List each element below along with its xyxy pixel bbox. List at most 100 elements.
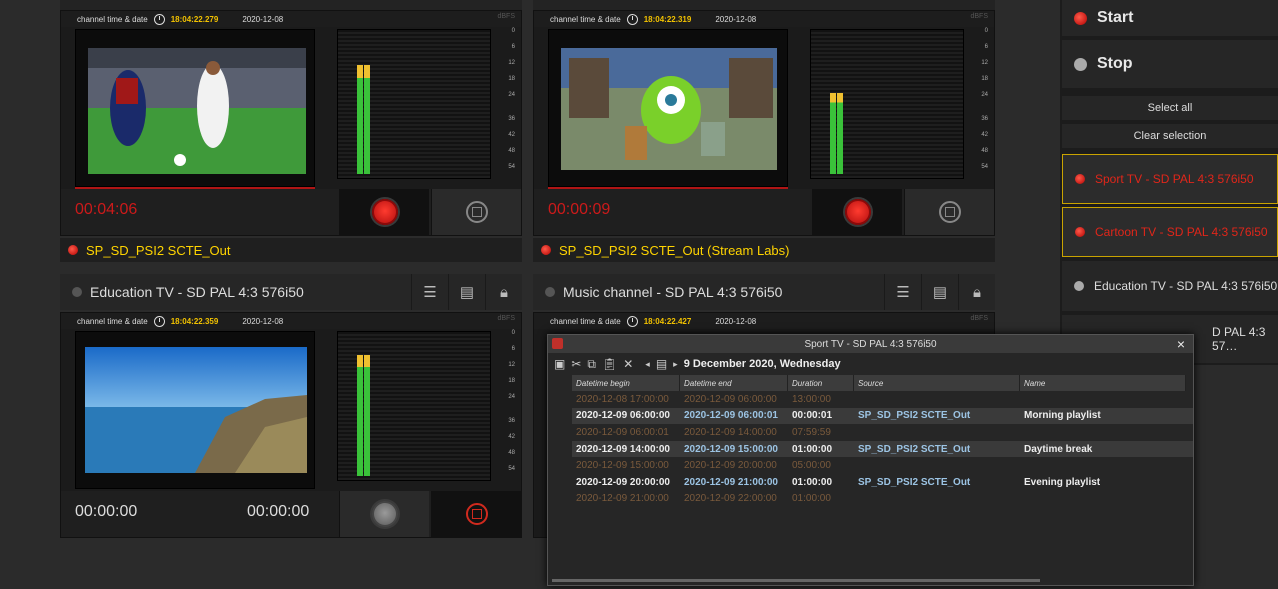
- cell-duration: 13:00:00: [792, 393, 831, 405]
- lock-button[interactable]: 🔒︎: [485, 274, 522, 310]
- meter-bar-left: [357, 355, 363, 476]
- channel-header-music: Music channel - SD PAL 4:3 576i50 ☰ ▤ 🔒︎: [533, 274, 995, 310]
- clock-icon: [626, 13, 638, 25]
- stop-button[interactable]: Stop: [1062, 40, 1278, 88]
- schedule-row[interactable]: 2020-12-09 15:00:00 2020-12-09 20:00:00 05…: [572, 457, 1193, 474]
- channel-info-bar: channel time & date 18:04:22.359 2020-12…: [61, 313, 521, 329]
- col-begin[interactable]: Datetime begin: [572, 375, 680, 391]
- stop-record-button[interactable]: [904, 189, 994, 235]
- horizontal-scrollbar[interactable]: [552, 579, 1040, 582]
- list-icon: ☰: [896, 284, 910, 301]
- schedule-date: 9 December 2020, Wednesday: [683, 358, 841, 370]
- dialog-title: Sport TV - SD PAL 4:3 576i50: [804, 338, 937, 350]
- stop-label: Stop: [1097, 55, 1133, 72]
- col-name[interactable]: Name: [1020, 375, 1186, 391]
- lock-icon: 🔒︎: [500, 283, 508, 301]
- record-icon: [371, 501, 398, 527]
- schedule-icon: ▤: [459, 284, 475, 301]
- status-led-icon: [1075, 227, 1085, 237]
- next-day-icon[interactable]: ▸: [673, 359, 678, 370]
- schedule-row[interactable]: 2020-12-09 06:00:01 2020-12-09 14:00:00 07…: [572, 424, 1193, 441]
- record-button[interactable]: [339, 491, 429, 537]
- channel-date: 2020-12-08: [242, 316, 284, 326]
- playlist-button[interactable]: ☰: [411, 274, 448, 310]
- meter-bar-right: [364, 355, 370, 476]
- channel-item-education[interactable]: Education TV - SD PAL 4:3 576i50: [1062, 261, 1278, 311]
- status-led-icon: [1075, 174, 1085, 184]
- cell-begin: 2020-12-09 15:00:00: [576, 460, 669, 472]
- start-label: Start: [1097, 9, 1134, 26]
- start-icon: [1074, 11, 1087, 25]
- schedule-row[interactable]: 2020-12-09 20:00:00 2020-12-09 21:00:00 01…: [572, 474, 1193, 491]
- schedule-row[interactable]: 2020-12-09 14:00:00 2020-12-09 15:00:00 01…: [572, 440, 1193, 458]
- record-button[interactable]: [339, 189, 429, 235]
- playlist-button[interactable]: ☰: [884, 274, 921, 310]
- video-monitor: [75, 29, 315, 187]
- elapsed-timer: 00:00:00: [247, 503, 310, 520]
- cell-duration: 01:00:00: [792, 493, 831, 505]
- channel-item-cartoon[interactable]: Cartoon TV - SD PAL 4:3 576i50: [1062, 207, 1278, 257]
- record-timer: 00:00:09: [548, 201, 611, 218]
- schedule-row[interactable]: 2020-12-08 17:00:00 2020-12-09 06:00:00 13…: [572, 391, 1193, 408]
- meter-bar-left: [357, 65, 363, 174]
- cell-name: Evening playlist: [1024, 476, 1101, 488]
- status-led-icon: [541, 245, 551, 255]
- paste-icon[interactable]: 📋︎: [602, 357, 617, 371]
- meter-unit: dBFS: [970, 13, 988, 20]
- meter-unit: dBFS: [497, 13, 515, 20]
- cell-end: 2020-12-09 20:00:00: [684, 460, 777, 472]
- select-all-button[interactable]: Select all: [1062, 96, 1278, 120]
- channel-item-sport[interactable]: Sport TV - SD PAL 4:3 576i50: [1062, 154, 1278, 204]
- dialog-toolbar: ▣ ✂ ⧉ 📋︎ ✕ ◂ ▤ ▸ 9 December 2020, Wednes…: [548, 353, 1193, 375]
- channel-info-bar: channel time & date 18:04:22.279 2020-12…: [61, 11, 521, 27]
- list-icon: ☰: [423, 284, 437, 301]
- output-name: SP_SD_PSI2 SCTE_Out (Stream Labs): [559, 242, 790, 258]
- cell-duration: 07:59:59: [792, 426, 831, 438]
- channel-header-education: Education TV - SD PAL 4:3 576i50 ☰ ▤ 🔒︎: [60, 274, 522, 310]
- channel-panel-sport: channel time & date 18:04:22.279 2020-12…: [60, 10, 522, 236]
- schedule-row[interactable]: 2020-12-09 06:00:00 2020-12-09 06:00:01 00…: [572, 407, 1193, 425]
- stop-record-button[interactable]: [431, 491, 521, 537]
- schedule-header: Datetime begin Datetime end Duration Sou…: [572, 375, 1193, 391]
- video-preview-coast: [85, 347, 307, 473]
- clear-selection-button[interactable]: Clear selection: [1062, 124, 1278, 148]
- cell-end: 2020-12-09 06:00:01: [684, 410, 778, 422]
- col-end[interactable]: Datetime end: [680, 375, 788, 391]
- close-icon[interactable]: ×: [1177, 336, 1185, 352]
- status-led-icon: [545, 287, 555, 297]
- lock-button[interactable]: 🔒︎: [958, 274, 995, 310]
- app-icon: [552, 338, 563, 349]
- record-icon: [371, 199, 398, 225]
- dialog-titlebar[interactable]: Sport TV - SD PAL 4:3 576i50 ×: [548, 335, 1193, 353]
- channel-time: 18:04:22.319: [643, 14, 692, 24]
- start-button[interactable]: Start: [1062, 0, 1278, 36]
- video-monitor: [75, 331, 315, 489]
- record-icon: [844, 199, 871, 225]
- info-label: channel time & date: [77, 14, 148, 24]
- stop-record-icon: [465, 201, 488, 223]
- schedule-button[interactable]: ▤: [921, 274, 958, 310]
- record-button[interactable]: [812, 189, 902, 235]
- channel-panel-education: channel time & date 18:04:22.359 2020-12…: [60, 312, 522, 538]
- channel-date: 2020-12-08: [715, 14, 757, 24]
- channel-item-label: Sport TV - SD PAL 4:3 576i50: [1095, 172, 1254, 186]
- video-preview-soccer: [88, 48, 306, 174]
- cut-icon[interactable]: ✂: [571, 357, 581, 371]
- save-icon[interactable]: ▣: [554, 357, 565, 371]
- channel-item-label: Cartoon TV - SD PAL 4:3 576i50: [1095, 225, 1268, 239]
- cell-end: 2020-12-09 21:00:00: [684, 476, 778, 488]
- cell-begin: 2020-12-09 06:00:01: [576, 426, 669, 438]
- stop-record-button[interactable]: [431, 189, 521, 235]
- schedule-button[interactable]: ▤: [448, 274, 485, 310]
- calendar-icon[interactable]: ▤: [656, 357, 667, 371]
- schedule-dialog: Sport TV - SD PAL 4:3 576i50 × ▣ ✂ ⧉ 📋︎ …: [547, 334, 1194, 586]
- col-duration[interactable]: Duration: [788, 375, 854, 391]
- prev-day-icon[interactable]: ◂: [645, 359, 650, 370]
- copy-icon[interactable]: ⧉: [587, 357, 596, 372]
- schedule-row[interactable]: 2020-12-09 21:00:00 2020-12-09 22:00:00 01…: [572, 491, 1193, 508]
- channel-date: 2020-12-08: [242, 14, 284, 24]
- col-source[interactable]: Source: [854, 375, 1020, 391]
- delete-icon[interactable]: ✕: [623, 357, 633, 371]
- cell-source: SP_SD_PSI2 SCTE_Out: [858, 476, 971, 488]
- cell-end: 2020-12-09 15:00:00: [684, 443, 778, 455]
